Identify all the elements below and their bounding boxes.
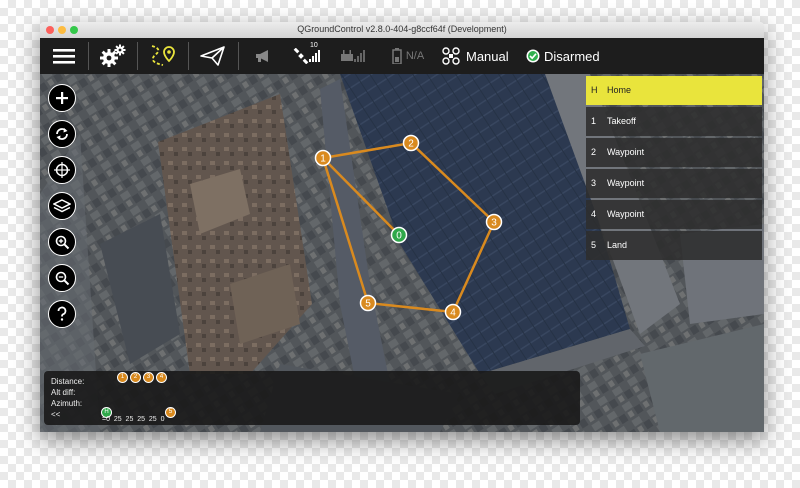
mission-item-label: Takeoff xyxy=(607,116,636,126)
info-marker-3: 3 xyxy=(143,372,154,383)
signal-bars-icon xyxy=(309,50,320,62)
mission-item-home[interactable]: H Home xyxy=(586,76,762,105)
rc-signal-bars-icon xyxy=(354,50,365,62)
satellite-icon xyxy=(293,48,309,64)
toolbar-divider xyxy=(188,42,189,70)
megaphone-icon[interactable] xyxy=(252,40,274,72)
quadcopter-icon xyxy=(442,47,460,65)
mission-item-waypoint-4[interactable]: 4 Waypoint xyxy=(586,200,762,229)
mission-marker-2[interactable]: 2 xyxy=(402,134,420,152)
mission-item-list: H Home 1 Takeoff 2 Waypoint 3 Waypoint 4… xyxy=(586,76,762,262)
svg-text:3: 3 xyxy=(491,218,497,229)
mission-item-number: 4 xyxy=(591,209,597,219)
toolbar-divider xyxy=(238,42,239,70)
toolbar-divider xyxy=(88,42,89,70)
toolbar-divider xyxy=(137,42,138,70)
mission-marker-home[interactable]: 0 xyxy=(390,226,408,244)
mission-item-number: H xyxy=(591,85,598,95)
mission-marker-1[interactable]: 1 xyxy=(314,149,332,167)
map-layers-button[interactable] xyxy=(48,192,76,220)
azimuth-label: Azimuth: xyxy=(51,399,83,408)
arm-status-label: Disarmed xyxy=(544,48,600,64)
gears-icon[interactable] xyxy=(96,40,130,72)
mission-item-number: 3 xyxy=(591,178,597,188)
mission-marker-4[interactable]: 4 xyxy=(444,303,462,321)
gps-status[interactable]: 10 xyxy=(290,40,324,72)
map-zoom-in-button[interactable] xyxy=(48,228,76,256)
sync-button[interactable] xyxy=(48,120,76,148)
zoom-in-button[interactable] xyxy=(48,84,76,112)
hamburger-menu-icon[interactable] xyxy=(48,40,80,72)
paper-plane-icon[interactable] xyxy=(196,40,230,72)
svg-text:4: 4 xyxy=(450,308,456,319)
layers-icon xyxy=(53,199,71,213)
mission-marker-3[interactable]: 3 xyxy=(485,213,503,231)
altitude-profile-values: =0 25 25 25 25 0 xyxy=(102,416,165,423)
svg-text:2: 2 xyxy=(408,139,414,150)
mission-item-number: 5 xyxy=(591,240,597,250)
distance-label: Distance: xyxy=(51,377,85,386)
map-zoom-out-button[interactable] xyxy=(48,264,76,292)
question-icon xyxy=(57,306,67,321)
waypoint-route-icon[interactable] xyxy=(146,40,180,72)
gps-satellite-count: 10 xyxy=(310,42,318,49)
title-bar: QGroundControl v2.8.0-404-g8ccf64f (Deve… xyxy=(40,22,764,39)
app-window: QGroundControl v2.8.0-404-g8ccf64f (Deve… xyxy=(40,22,764,432)
magnify-minus-icon xyxy=(55,271,70,286)
svg-text:5: 5 xyxy=(365,299,371,310)
mission-item-label: Land xyxy=(607,240,628,250)
crosshair-icon xyxy=(54,162,70,178)
arm-status-indicator[interactable]: Disarmed xyxy=(526,40,616,72)
flight-mode-selector[interactable]: Manual xyxy=(442,40,518,72)
info-marker-2: 2 xyxy=(130,372,141,383)
mission-item-number: 2 xyxy=(591,147,597,157)
battery-text: N/A xyxy=(405,50,425,62)
sync-arrows-icon xyxy=(56,128,68,140)
mission-marker-5[interactable]: 5 xyxy=(359,294,377,312)
rc-signal-status[interactable] xyxy=(338,40,368,72)
mission-item-waypoint-3[interactable]: 3 Waypoint xyxy=(586,169,762,198)
rc-transmitter-icon xyxy=(341,50,353,61)
center-map-button[interactable] xyxy=(48,156,76,184)
magnify-plus-icon xyxy=(55,235,70,250)
mission-item-label: Waypoint xyxy=(607,209,645,219)
mission-info-panel: 1 2 3 4 Distance: Alt diff: Azimuth: << … xyxy=(44,371,580,425)
mission-item-waypoint-2[interactable]: 2 Waypoint xyxy=(586,138,762,167)
mission-item-label: Home xyxy=(607,85,632,95)
mission-item-label: Waypoint xyxy=(607,178,645,188)
info-marker-1: 1 xyxy=(117,372,128,383)
battery-status[interactable]: N/A xyxy=(386,40,430,72)
mission-item-label: Waypoint xyxy=(607,147,645,157)
svg-text:1: 1 xyxy=(320,154,326,165)
mission-item-number: 1 xyxy=(591,116,597,126)
battery-icon xyxy=(392,48,402,64)
flight-mode-label: Manual xyxy=(466,48,509,64)
mission-item-takeoff[interactable]: 1 Takeoff xyxy=(586,107,762,136)
svg-text:0: 0 xyxy=(396,231,402,242)
info-marker-4: 4 xyxy=(156,372,167,383)
alt-diff-label: Alt diff: xyxy=(51,388,76,397)
mission-map[interactable]: 0 1 2 3 4 5 H Home 1 Takeoff 2 Waypoint … xyxy=(40,74,764,432)
check-circle-icon xyxy=(526,49,540,63)
collapse-panel-button[interactable]: << xyxy=(51,410,60,419)
mission-item-land[interactable]: 5 Land xyxy=(586,231,762,260)
main-toolbar: 10 N/A Manual Disarmed xyxy=(40,38,764,74)
window-title: QGroundControl v2.8.0-404-g8ccf64f (Deve… xyxy=(297,24,507,34)
help-button[interactable] xyxy=(48,300,76,328)
plus-icon xyxy=(56,92,68,104)
info-marker-5: 5 xyxy=(165,407,176,418)
